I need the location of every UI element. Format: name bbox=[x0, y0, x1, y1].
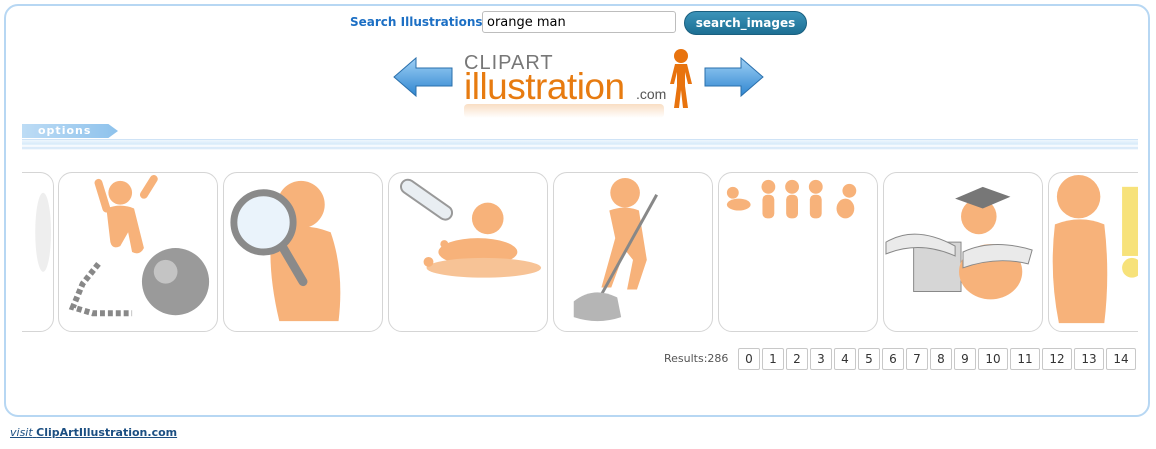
page-button[interactable]: 12 bbox=[1042, 348, 1072, 370]
orange-man-logo-icon bbox=[670, 49, 692, 108]
page-button[interactable]: 0 bbox=[738, 348, 760, 370]
man-mopping-icon bbox=[573, 177, 658, 322]
men-poses-icon bbox=[726, 179, 857, 219]
page-button[interactable]: 14 bbox=[1106, 348, 1136, 370]
page-button[interactable]: 10 bbox=[978, 348, 1008, 370]
page-button[interactable]: 8 bbox=[930, 348, 952, 370]
logo: CLIPART illustration .com bbox=[392, 44, 767, 119]
page-button[interactable]: 13 bbox=[1074, 348, 1104, 370]
page-button[interactable]: 2 bbox=[786, 348, 808, 370]
thumbnail-test-tube[interactable] bbox=[388, 172, 548, 332]
man-graduate-books-icon bbox=[885, 186, 1033, 300]
arrow-left-icon[interactable] bbox=[392, 56, 454, 98]
search-input[interactable] bbox=[482, 11, 676, 33]
results-count: Results:286 bbox=[664, 352, 729, 365]
main-frame: Search Illustrations search_images CLIPA… bbox=[4, 4, 1150, 417]
logo-suffix: .com bbox=[636, 86, 667, 102]
arrow-right-icon[interactable] bbox=[703, 56, 765, 98]
footer-visit-link: visit ClipArtIllustration.com bbox=[10, 426, 177, 439]
thumbnail-graduate[interactable] bbox=[883, 172, 1043, 332]
search-button[interactable]: search_images bbox=[684, 11, 807, 35]
thumbnail-poses[interactable] bbox=[718, 172, 878, 332]
man-test-tube-spill-icon bbox=[400, 178, 542, 278]
thumbnail-ball-and-chain[interactable] bbox=[58, 172, 218, 332]
pagination: Results:286 0 1 2 3 4 5 6 7 8 9 10 11 12… bbox=[6, 348, 1138, 370]
logo-main-text: illustration bbox=[464, 66, 625, 107]
logo-reflection bbox=[464, 104, 664, 118]
thumbnail-carousel bbox=[22, 172, 1138, 336]
search-bar: Search Illustrations search_images bbox=[6, 11, 1152, 35]
page-button[interactable]: 3 bbox=[810, 348, 832, 370]
options-tab[interactable]: options bbox=[22, 124, 118, 138]
man-exclamation-icon bbox=[1052, 174, 1138, 324]
visit-link[interactable]: visit ClipArtIllustration.com bbox=[10, 426, 177, 439]
page-button[interactable]: 11 bbox=[1010, 348, 1040, 370]
page-button[interactable]: 5 bbox=[858, 348, 880, 370]
thumbnail-exclamation[interactable] bbox=[1048, 172, 1138, 332]
page-button[interactable]: 9 bbox=[954, 348, 976, 370]
page-button[interactable]: 1 bbox=[762, 348, 784, 370]
visit-prefix: visit bbox=[10, 426, 33, 439]
man-magnifying-glass-icon bbox=[230, 180, 341, 322]
thumbnail-mopping[interactable] bbox=[553, 172, 713, 332]
thumbnail-magnifying-glass[interactable] bbox=[223, 172, 383, 332]
man-ball-and-chain-icon bbox=[68, 174, 210, 317]
visit-site: ClipArtIllustration.com bbox=[36, 426, 178, 439]
page-button[interactable]: 7 bbox=[906, 348, 928, 370]
thumbnail-partial[interactable] bbox=[22, 172, 54, 332]
options-divider bbox=[22, 139, 1138, 150]
search-label: Search Illustrations bbox=[350, 15, 483, 29]
page-button[interactable]: 6 bbox=[882, 348, 904, 370]
page-button[interactable]: 4 bbox=[834, 348, 856, 370]
